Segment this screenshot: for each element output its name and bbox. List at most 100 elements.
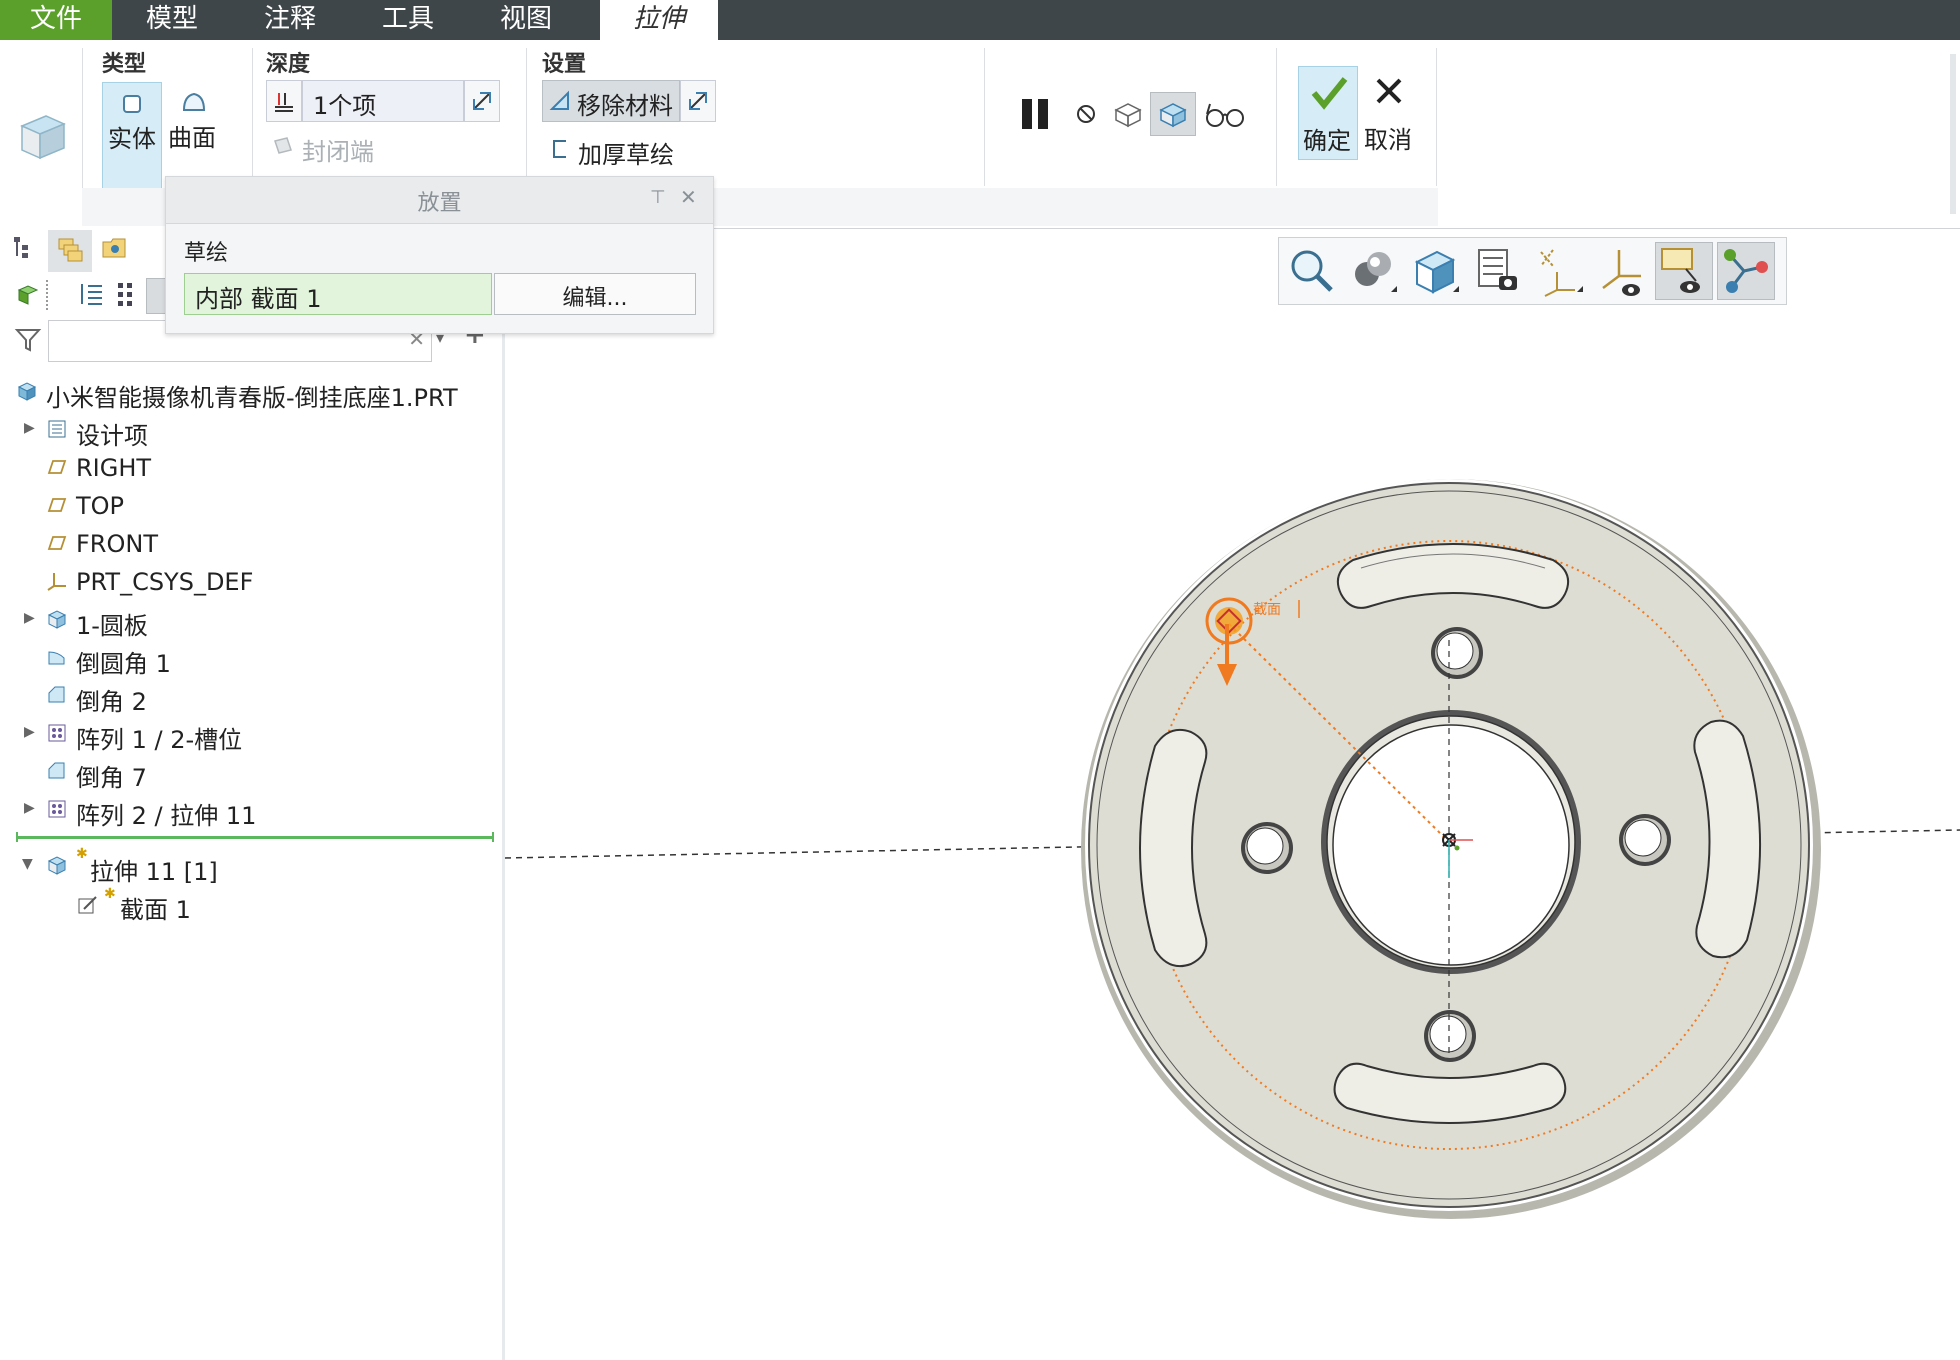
type-group-title: 类型 <box>102 52 147 77</box>
tree-item-label: 倒角 2 <box>76 688 147 716</box>
tree-item[interactable]: FRONT <box>0 526 490 562</box>
tree-item-label: 设计项 <box>76 422 148 450</box>
ribbon-scrollbar[interactable] <box>1950 54 1956 214</box>
layers-icon <box>58 238 83 262</box>
remove-material-icon <box>549 90 569 110</box>
placement-panel-title: 放置 <box>417 191 462 216</box>
depth-option-button[interactable] <box>266 80 302 122</box>
section-collector-value: 内部 截面 1 <box>195 285 322 313</box>
dimension-label[interactable]: 截面 <box>1253 602 1281 618</box>
pin-icon[interactable]: ⊤ <box>650 187 666 208</box>
ribbon-separator <box>984 48 985 186</box>
tree-item[interactable]: TOP <box>0 488 490 524</box>
menu-bar: 文件 模型 注释 工具 视图 拉伸 <box>0 0 1960 40</box>
datum-plane-icon <box>47 536 67 550</box>
part-model[interactable] <box>1081 479 1821 1219</box>
favorites-tab[interactable] <box>100 234 134 268</box>
placement-panel-header: 放置 ⊤ ✕ <box>166 177 713 224</box>
ribbon-separator <box>252 48 253 186</box>
glasses-icon[interactable] <box>1204 100 1246 130</box>
confirm-button[interactable]: 确定 <box>1298 66 1358 160</box>
cancel-label: 取消 <box>1364 126 1412 154</box>
confirm-label: 确定 <box>1303 127 1351 155</box>
tree-item-label: PRT_CSYS_DEF <box>76 568 254 596</box>
tree-active-feature[interactable]: ▼ ✱ 拉伸 11 [1] <box>0 846 490 886</box>
bolt-hole <box>1241 822 1293 874</box>
menu-tab-view[interactable]: 视图 <box>476 0 576 40</box>
datum-plane-icon <box>47 460 67 474</box>
tree-item[interactable]: ▶ 阵列 1 / 2-槽位 <box>0 716 490 754</box>
pattern-icon <box>48 800 66 818</box>
flip-depth-button[interactable] <box>464 80 500 122</box>
surface-icon <box>182 92 206 111</box>
tree-item-label: 倒圆角 1 <box>76 650 171 678</box>
insert-indicator-cap <box>16 832 18 842</box>
toolbar-separator <box>46 280 50 310</box>
expand-arrow-icon[interactable]: ▶ <box>24 800 35 816</box>
collapse-arrow-icon[interactable]: ▼ <box>22 856 33 872</box>
filter-icon[interactable] <box>14 326 42 354</box>
model-tree-tab[interactable] <box>10 234 44 268</box>
tree-item-label: TOP <box>76 492 125 520</box>
tree-item[interactable]: RIGHT <box>0 450 490 486</box>
tree-item[interactable]: 倒圆角 1 <box>0 640 490 678</box>
cap-ends-label[interactable]: 封闭端 <box>302 132 374 167</box>
remove-material-button[interactable]: 移除材料 <box>542 80 680 122</box>
menu-tab-model[interactable]: 模型 <box>122 0 222 40</box>
tree-item-label: 1-圆板 <box>76 612 148 640</box>
new-feature-star-icon: ✱ <box>76 846 88 862</box>
extrude-icon <box>47 610 67 629</box>
tree-item[interactable]: ▶ 设计项 <box>0 412 490 450</box>
no-preview-icon[interactable] <box>1074 102 1098 126</box>
depth-blind-icon <box>275 93 293 112</box>
flip-material-button[interactable] <box>680 80 716 122</box>
tree-list-icon[interactable] <box>78 280 106 308</box>
active-feature-label: 拉伸 11 [1] <box>90 858 218 886</box>
design-items-icon <box>48 420 66 438</box>
tree-item[interactable]: 倒角 2 <box>0 678 490 716</box>
expand-arrow-icon[interactable]: ▶ <box>24 610 35 626</box>
sketch-icon <box>78 896 97 914</box>
depth-value-field[interactable]: 1个项 <box>302 80 464 122</box>
bolt-hole <box>1431 627 1483 679</box>
menu-tab-file[interactable]: 文件 <box>0 0 112 40</box>
flip-direction-icon <box>473 92 491 110</box>
cap-ends-icon <box>274 137 292 154</box>
verify-preview-button[interactable] <box>1150 92 1196 136</box>
pause-icon[interactable] <box>1018 96 1054 132</box>
depth-value: 1个项 <box>313 92 377 120</box>
pattern-icon <box>48 724 66 742</box>
close-panel-icon[interactable]: ✕ <box>680 185 697 209</box>
expand-arrow-icon[interactable]: ▶ <box>24 420 35 436</box>
cancel-button[interactable]: 取消 <box>1360 66 1418 158</box>
tree-item[interactable]: ▶ 1-圆板 <box>0 602 490 640</box>
tree-item[interactable]: 倒角 7 <box>0 754 490 792</box>
graphics-window[interactable]: 截面 <box>505 228 1960 1360</box>
tree-active-child[interactable]: ✱ 截面 1 <box>0 886 490 924</box>
bolt-hole <box>1619 814 1671 866</box>
thicken-icon <box>553 140 566 158</box>
menu-tab-annotate[interactable]: 注释 <box>240 0 340 40</box>
remove-material-label: 移除材料 <box>577 92 673 120</box>
menu-tab-tools[interactable]: 工具 <box>358 0 458 40</box>
tree-filter-icon[interactable] <box>114 280 138 308</box>
extrude-feature-icon <box>20 115 66 160</box>
section-collector[interactable]: 内部 截面 1 <box>184 273 492 315</box>
extrude-icon <box>47 856 67 875</box>
expand-arrow-icon[interactable]: ▶ <box>24 724 35 740</box>
menu-tab-extrude[interactable]: 拉伸 <box>600 0 718 40</box>
insert-here-indicator[interactable] <box>16 836 494 839</box>
tree-item[interactable]: ▶ 阵列 2 / 拉伸 11 <box>0 792 490 830</box>
tree-root[interactable]: 小米智能摄像机青春版-倒挂底座1.PRT <box>0 374 490 412</box>
tree-item[interactable]: PRT_CSYS_DEF <box>0 564 490 600</box>
layer-tab[interactable] <box>48 230 92 272</box>
settings-group-title: 设置 <box>542 52 587 77</box>
round-icon <box>48 651 65 665</box>
verify-preview-icon <box>1159 103 1187 128</box>
tree-item-label: 阵列 2 / 拉伸 11 <box>76 802 257 830</box>
solid-label: 实体 <box>108 125 156 153</box>
thicken-sketch-label[interactable]: 加厚草绘 <box>578 135 674 170</box>
tree-item-label: FRONT <box>76 530 158 558</box>
show-icon[interactable] <box>16 282 40 306</box>
separate-preview-icon[interactable] <box>1112 98 1144 130</box>
